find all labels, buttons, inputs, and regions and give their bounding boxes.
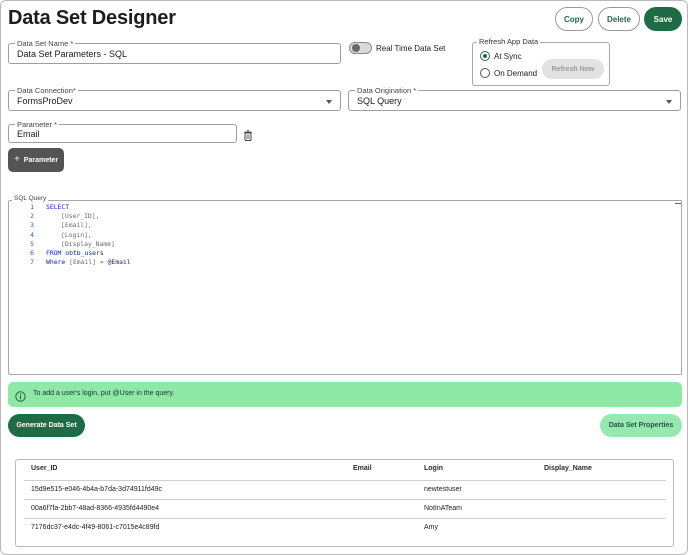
row-divider	[24, 480, 666, 481]
cell-login: Amy	[424, 524, 438, 531]
sql-param: @Email	[107, 258, 131, 267]
sql-table: obtb_users	[65, 249, 104, 257]
realtime-label: Real Time Data Set	[376, 44, 446, 53]
sql-query-label: SQL Query	[12, 195, 49, 202]
realtime-toggle[interactable]	[349, 42, 372, 54]
sql-column: [User_ID],	[61, 212, 100, 221]
copy-button[interactable]: Copy	[555, 7, 593, 31]
line-number: 4	[30, 230, 34, 239]
delete-button[interactable]: Delete	[598, 7, 640, 31]
parameter-value: Email	[17, 129, 40, 139]
data-set-properties-button[interactable]: Data Set Properties	[600, 414, 682, 437]
column-header-user-id: User_ID	[31, 465, 58, 472]
info-icon	[15, 389, 26, 402]
line-number: 2	[30, 212, 34, 221]
data-origination-value: SQL Query	[357, 96, 402, 106]
sql-keyword: FROM	[46, 249, 62, 257]
cell-user-id: 15d9e515-e046-4b4a-b7da-3d74911fd49c	[31, 486, 163, 493]
sql-column: [Email]	[69, 258, 97, 267]
refresh-app-data-legend: Refresh App Data	[477, 37, 541, 46]
save-button[interactable]: Save	[644, 7, 682, 31]
sql-column: [Login],	[61, 230, 92, 239]
cell-login: newtestuser	[424, 486, 462, 493]
data-connection-label: Data Connection*	[15, 85, 78, 96]
line-number: 1	[30, 203, 34, 211]
data-connection-value: FormsProDev	[17, 96, 73, 106]
data-set-name-value: Data Set Parameters - SQL	[17, 49, 128, 59]
page-title: Data Set Designer	[8, 7, 176, 29]
trash-icon[interactable]	[243, 128, 253, 141]
cell-user-id: 7176dc37-e4dc-4f49-8061-c7015e4c89fd	[31, 524, 160, 531]
generate-data-set-button[interactable]: Generate Data Set	[8, 414, 85, 437]
cell-user-id: 00a6f7fa-2bb7-48ad-8366-4935fd4490e4	[31, 505, 160, 512]
data-set-name-label: Data Set Name *	[15, 38, 76, 49]
info-text: To add a user's login, put @User in the …	[33, 390, 175, 397]
results-table	[15, 459, 674, 547]
toggle-knob	[352, 44, 360, 52]
column-header-email: Email	[353, 465, 372, 472]
line-number: 6	[30, 249, 34, 257]
data-set-name-field[interactable]: Data Set Name * Data Set Parameters - SQ…	[8, 38, 341, 64]
parameter-field[interactable]: Parameter * Email	[8, 119, 237, 143]
sql-keyword: Where	[46, 258, 66, 267]
data-origination-label: Data Origination *	[355, 85, 419, 96]
sql-operator: =	[99, 258, 104, 267]
column-header-login: Login	[424, 465, 444, 472]
cell-login: NotInATeam	[424, 505, 462, 512]
sql-column: [Display_Name]	[61, 239, 115, 248]
sql-keyword: SELECT	[46, 203, 70, 211]
sql-code: 1 2 3 4 5 6 7 SELECT [User_ID], [Email],…	[8, 203, 682, 273]
on-demand-radio[interactable]	[480, 68, 490, 78]
refresh-now-button[interactable]: Refresh Now	[542, 59, 604, 79]
line-number: 7	[30, 258, 34, 267]
chevron-down-icon	[326, 100, 332, 104]
row-divider	[24, 499, 666, 500]
column-header-display-name: Display_Name	[544, 465, 592, 472]
chevron-down-icon	[666, 100, 672, 104]
plus-icon: +	[13, 154, 20, 165]
on-demand-label: On Demand	[494, 69, 538, 78]
at-sync-label: At Sync	[494, 52, 522, 61]
data-origination-select[interactable]: Data Origination * SQL Query	[348, 85, 681, 111]
line-number: 3	[30, 221, 34, 230]
at-sync-radio[interactable]	[480, 51, 490, 61]
add-parameter-button[interactable]: + Parameter	[8, 148, 64, 172]
row-divider	[24, 518, 666, 519]
line-number: 5	[30, 239, 34, 248]
add-parameter-label: Parameter	[23, 156, 59, 164]
sql-column: [Email],	[61, 221, 92, 230]
data-connection-select[interactable]: Data Connection* FormsProDev	[8, 85, 341, 111]
